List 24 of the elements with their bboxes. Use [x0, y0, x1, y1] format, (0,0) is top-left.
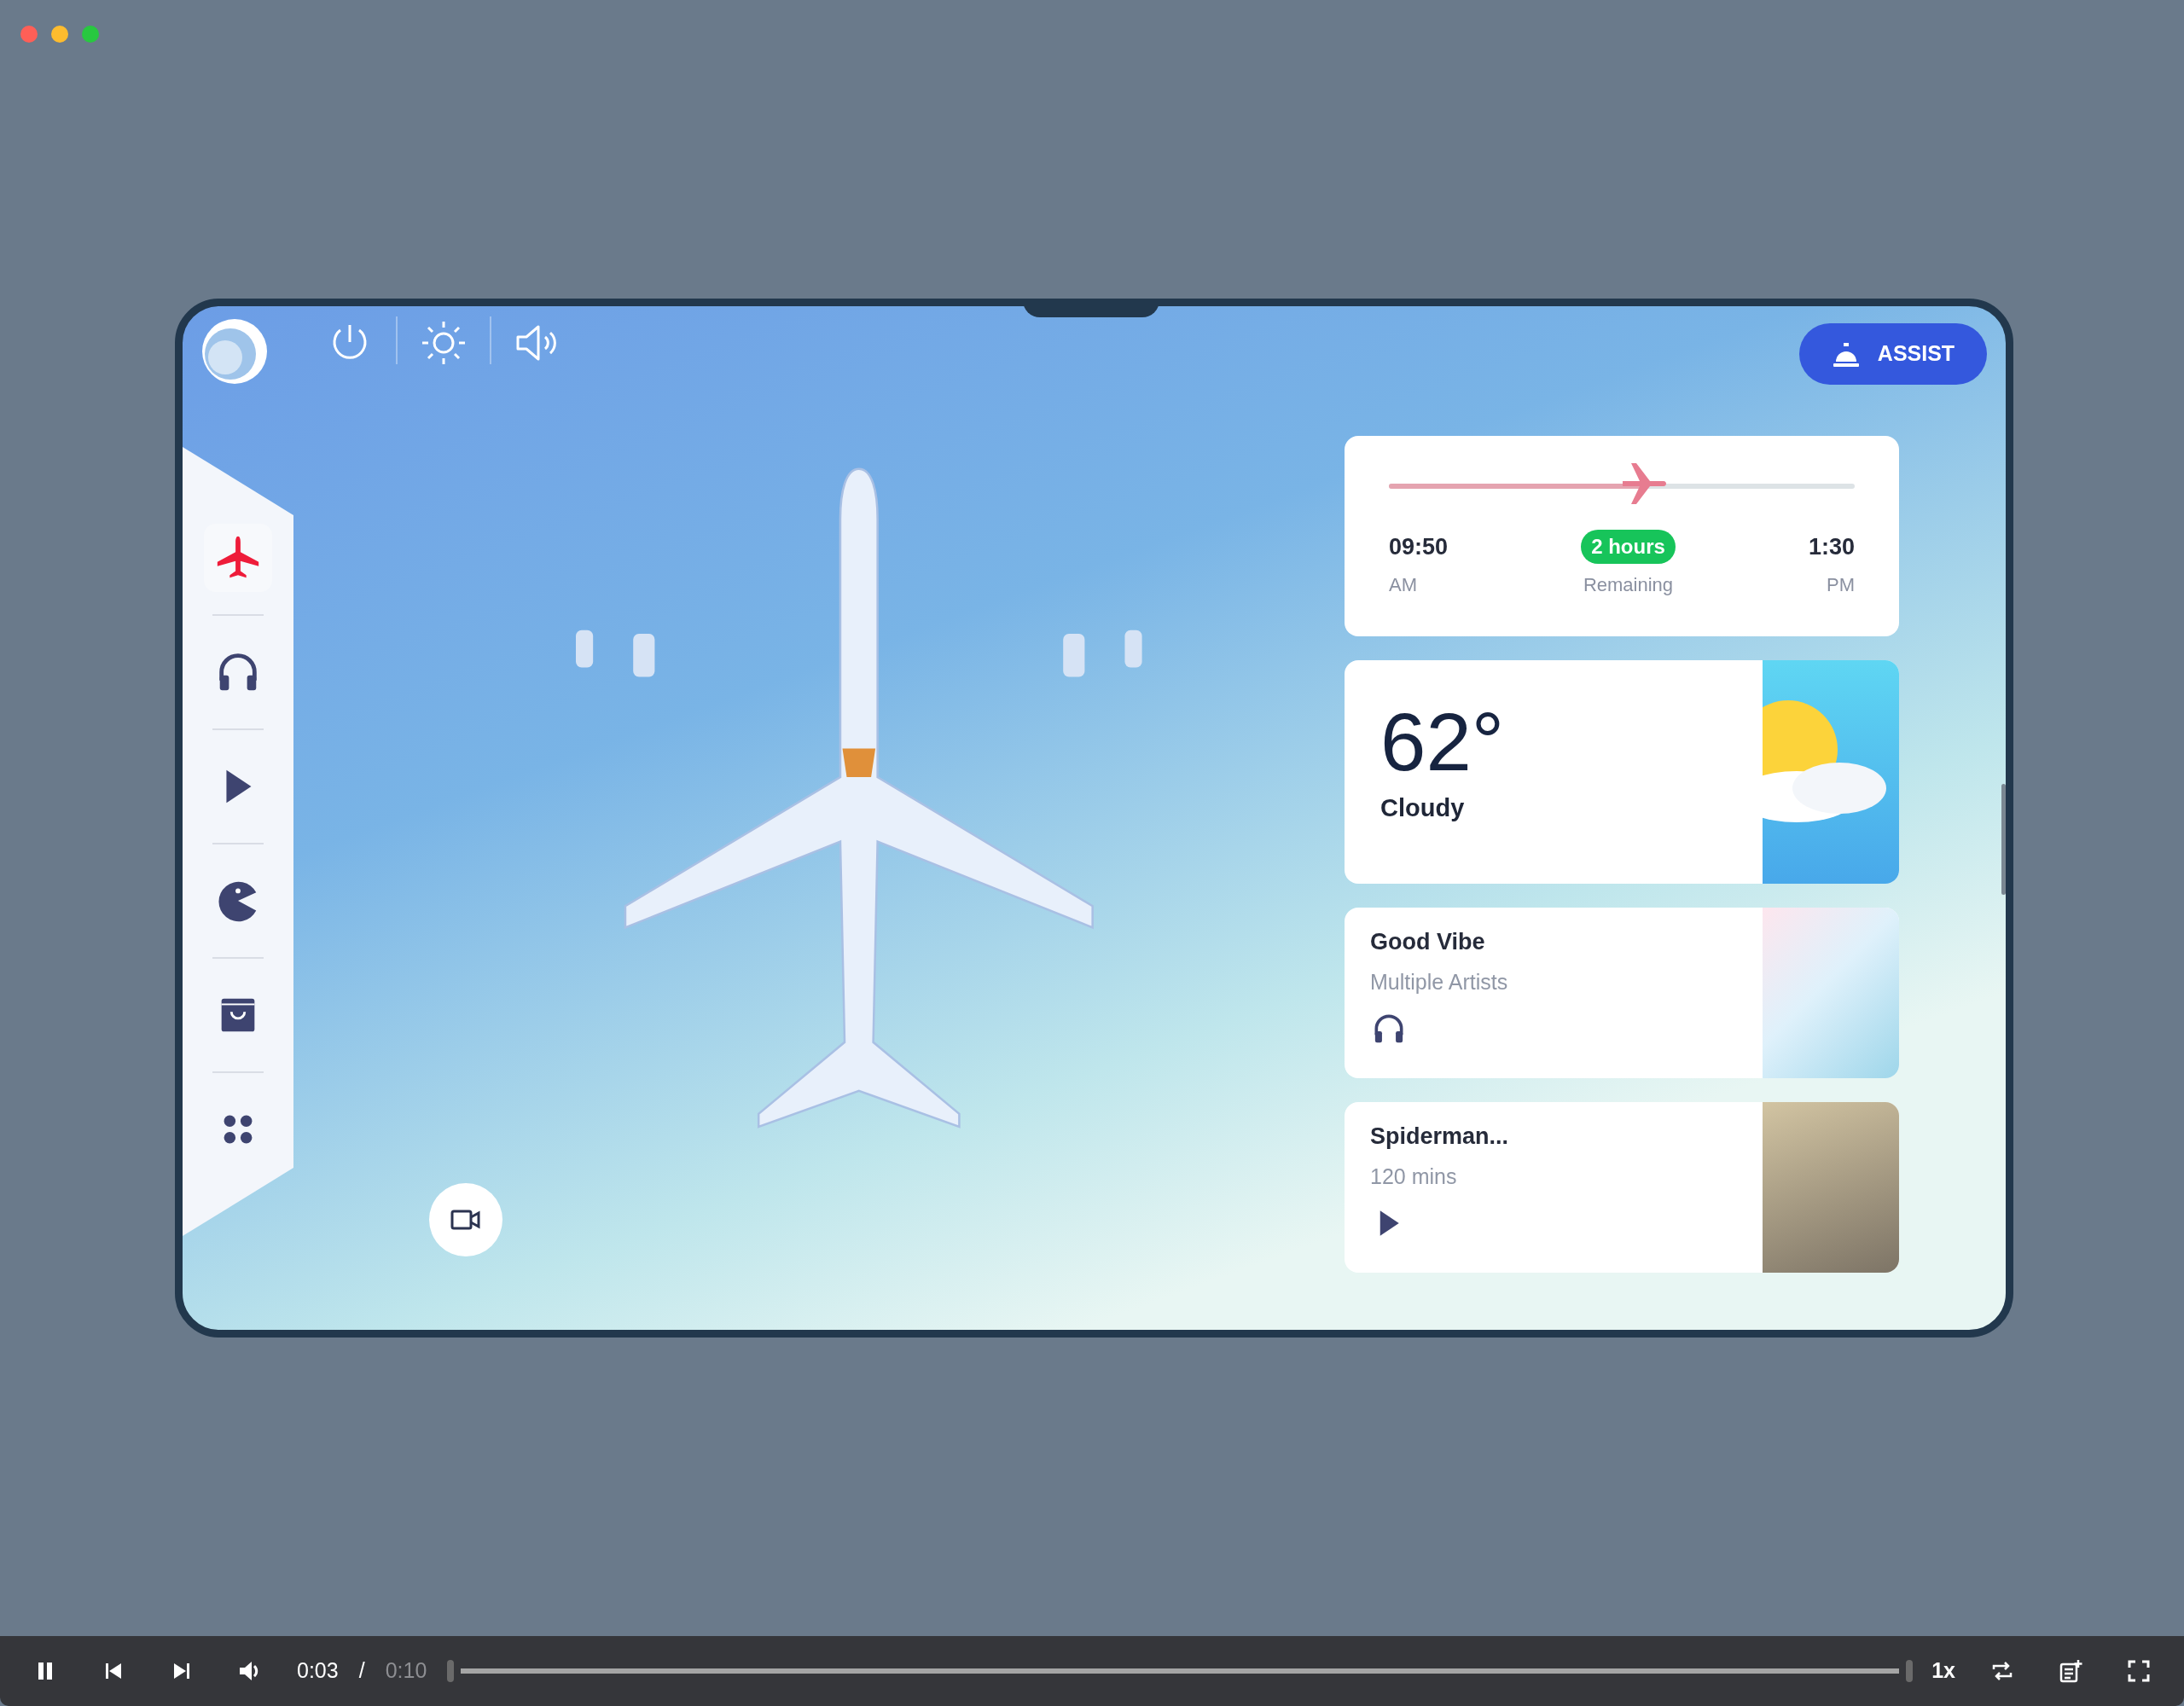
fullscreen-icon: [2126, 1658, 2152, 1684]
current-time: 0:03: [297, 1657, 339, 1685]
time-label: 09:50: [1389, 532, 1449, 561]
time-separator: /: [358, 1657, 365, 1685]
remaining-label: Remaining: [1583, 572, 1674, 597]
scrubber-handle[interactable]: [447, 1660, 455, 1682]
period-label: AM: [1389, 573, 1417, 598]
add-note-icon: [2058, 1658, 2083, 1684]
temperature-label: 62°: [1380, 701, 1506, 783]
window-button[interactable]: [51, 26, 68, 43]
time-remaining-badge: 2 hours: [1581, 529, 1676, 564]
scrubber-handle[interactable]: [1906, 1660, 1914, 1682]
playback-speed-button[interactable]: 1x: [1931, 1655, 1955, 1687]
music-subtitle: Multiple Artists: [1370, 968, 1509, 995]
sidebar-item[interactable]: [204, 524, 272, 592]
period-label: PM: [1827, 573, 1855, 598]
weather-condition-label: Cloudy: [1380, 793, 1466, 823]
logo-icon: [200, 316, 270, 386]
assist-button[interactable]: ASSIST: [1799, 323, 1987, 385]
music-title: Good Vibe: [1370, 928, 1486, 956]
movie-title: Spiderman...: [1370, 1123, 1510, 1151]
movie-subtitle: 120 mins: [1370, 1163, 1458, 1190]
duration: 0:10: [385, 1657, 427, 1685]
time-label: 1:30: [1808, 532, 1855, 561]
